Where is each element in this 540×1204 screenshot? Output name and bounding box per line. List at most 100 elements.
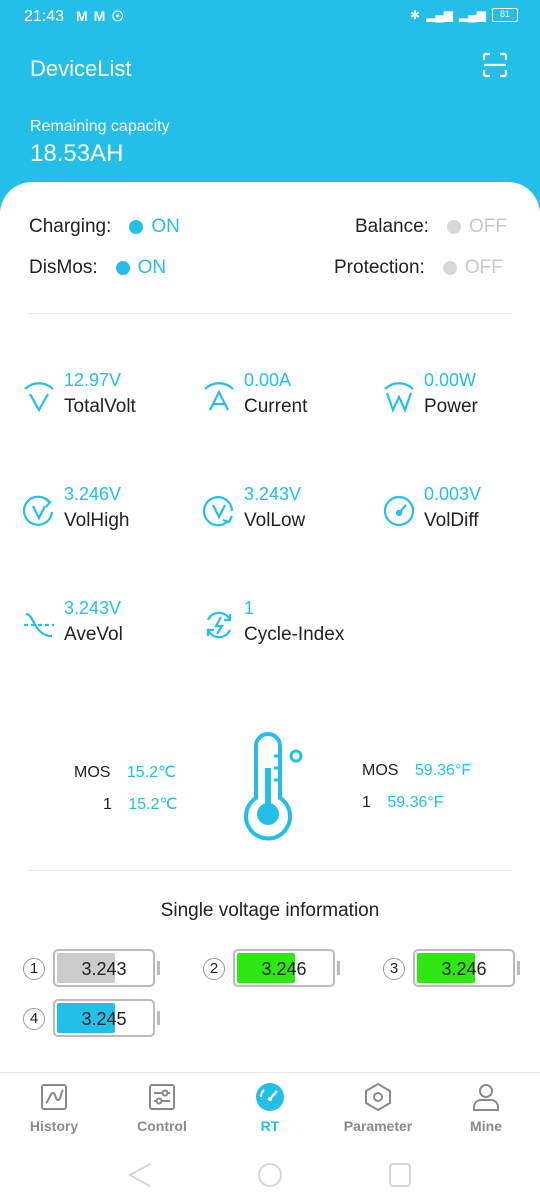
status-dot (442, 261, 457, 275)
metric-value: 12.97V (64, 370, 122, 390)
metric-value: 0.003V (424, 484, 482, 504)
metric-label: Cycle-Index (244, 624, 345, 645)
status-dot (115, 261, 130, 275)
vol-low-icon (202, 496, 234, 527)
tab-control[interactable]: Control (108, 1082, 216, 1134)
dismos-label: DisMos: (29, 257, 98, 278)
total-volt-icon (24, 382, 54, 413)
dismos-value: ON (137, 257, 167, 278)
vol-high-icon (22, 495, 54, 526)
metric-vol-diff: 0.003V VolDiff (382, 484, 540, 544)
signal-icon: ▂▄▆ (426, 8, 454, 22)
cell-value: 3.243 (81, 959, 127, 979)
metric-value: 3.243V (244, 484, 302, 504)
metric-label: Current (244, 396, 308, 417)
metric-label: VolHigh (64, 510, 130, 531)
balance-status: Balance: OFF (355, 216, 507, 238)
charging-value: ON (151, 216, 180, 237)
temp-left-row: MOS 15.2℃ (74, 762, 176, 782)
cell-voltage: 2 3.246 (203, 949, 343, 989)
cell-index: 2 (203, 958, 225, 980)
battery-cap (157, 961, 160, 975)
page-title[interactable]: DeviceList (30, 56, 131, 82)
chart-icon (41, 1084, 67, 1110)
tab-label: History (29, 1118, 79, 1134)
tab-parameter[interactable]: Parameter (324, 1082, 432, 1134)
temp-sensor-name: MOS (362, 762, 399, 779)
temp-left-row: 1 15.2℃ (103, 794, 177, 814)
tab-history[interactable]: History (0, 1082, 108, 1134)
system-navigation (127, 1163, 411, 1187)
recents-icon[interactable] (389, 1163, 411, 1187)
metric-value: 3.243V (64, 598, 122, 618)
tab-label: RT (260, 1118, 280, 1134)
metric-power: 0.00W Power (382, 370, 540, 430)
power-icon (384, 382, 414, 413)
metric-vol-low: 3.243V VolLow (202, 484, 372, 544)
temp-sensor-name: MOS (74, 764, 111, 781)
gmail-icon: M (76, 8, 88, 24)
temp-right-row: MOS 59.36°F (362, 762, 471, 780)
metric-current: 0.00A Current (202, 370, 372, 430)
scan-icon[interactable] (482, 52, 508, 78)
metric-cycle-index: 1 Cycle-Index (202, 598, 372, 658)
header: DeviceList Remaining capacity 18.53AH (0, 36, 540, 186)
home-icon[interactable] (258, 1163, 282, 1187)
protection-label: Protection: (334, 257, 425, 278)
status-time: 21:43 (24, 8, 65, 25)
group-icon: ☉ (111, 8, 124, 24)
temp-sensor-name: 1 (103, 796, 112, 813)
tab-rt[interactable]: RT (216, 1082, 324, 1134)
capacity-value: 18.53AH (30, 140, 124, 167)
metric-value: 3.246V (64, 484, 122, 504)
temp-value: 15.2℃ (126, 764, 177, 781)
cell-value: 3.246 (441, 959, 487, 979)
temp-value: 59.36°F (387, 794, 444, 811)
bluetooth-icon: ✱ (410, 8, 421, 22)
sliders-icon (149, 1084, 175, 1110)
cell-index: 1 (23, 958, 45, 980)
ave-vol-icon (24, 612, 54, 638)
back-icon[interactable] (127, 1163, 151, 1187)
battery-icon: 81 (492, 8, 518, 22)
metric-value: 0.00A (244, 370, 292, 390)
balance-value: OFF (468, 216, 507, 237)
dismos-status: DisMos: ON (29, 257, 166, 279)
battery-cap (337, 961, 340, 975)
protection-status: Protection: OFF (334, 257, 503, 279)
gauge-icon (256, 1083, 284, 1111)
gauge-icon (383, 495, 415, 527)
temp-value: 15.2℃ (128, 796, 178, 813)
metric-value: 0.00W (424, 370, 477, 390)
tab-label: Control (137, 1118, 187, 1134)
temp-sensor-name: 1 (362, 794, 371, 811)
hexagon-icon (365, 1082, 391, 1112)
metric-value: 1 (244, 598, 255, 618)
tab-label: Mine (470, 1118, 502, 1134)
divider (28, 313, 512, 314)
charging-label: Charging: (29, 216, 112, 237)
system-icons: ✱ ▂▄▆ ▂▄▆ 81 (410, 8, 518, 22)
charging-status: Charging: ON (29, 216, 180, 238)
temp-right-row: 1 59.36°F (362, 794, 444, 812)
cell-index: 3 (383, 958, 405, 980)
tab-label: Parameter (343, 1118, 413, 1134)
status-dot (129, 220, 144, 234)
cycle-icon (206, 611, 232, 639)
protection-value: OFF (464, 257, 503, 278)
main-card: Charging: ON Balance: OFF DisMos: ON Pro… (0, 182, 540, 1204)
metric-label: VolDiff (424, 510, 479, 531)
cell-voltage: 4 3.245 (23, 999, 163, 1039)
cell-voltage: 1 3.243 (23, 949, 163, 989)
tab-mine[interactable]: Mine (432, 1082, 540, 1134)
capacity-label: Remaining capacity (30, 118, 170, 135)
gmail-icon: M (93, 8, 106, 24)
cell-index: 4 (23, 1008, 45, 1030)
cell-value: 3.245 (81, 1009, 127, 1029)
cell-battery: 3.245 (53, 999, 155, 1037)
metric-label: TotalVolt (64, 396, 136, 417)
metric-label: AveVol (64, 624, 123, 645)
person-icon (473, 1084, 499, 1111)
metric-label: VolLow (244, 510, 306, 531)
thermometer-icon (244, 732, 303, 841)
